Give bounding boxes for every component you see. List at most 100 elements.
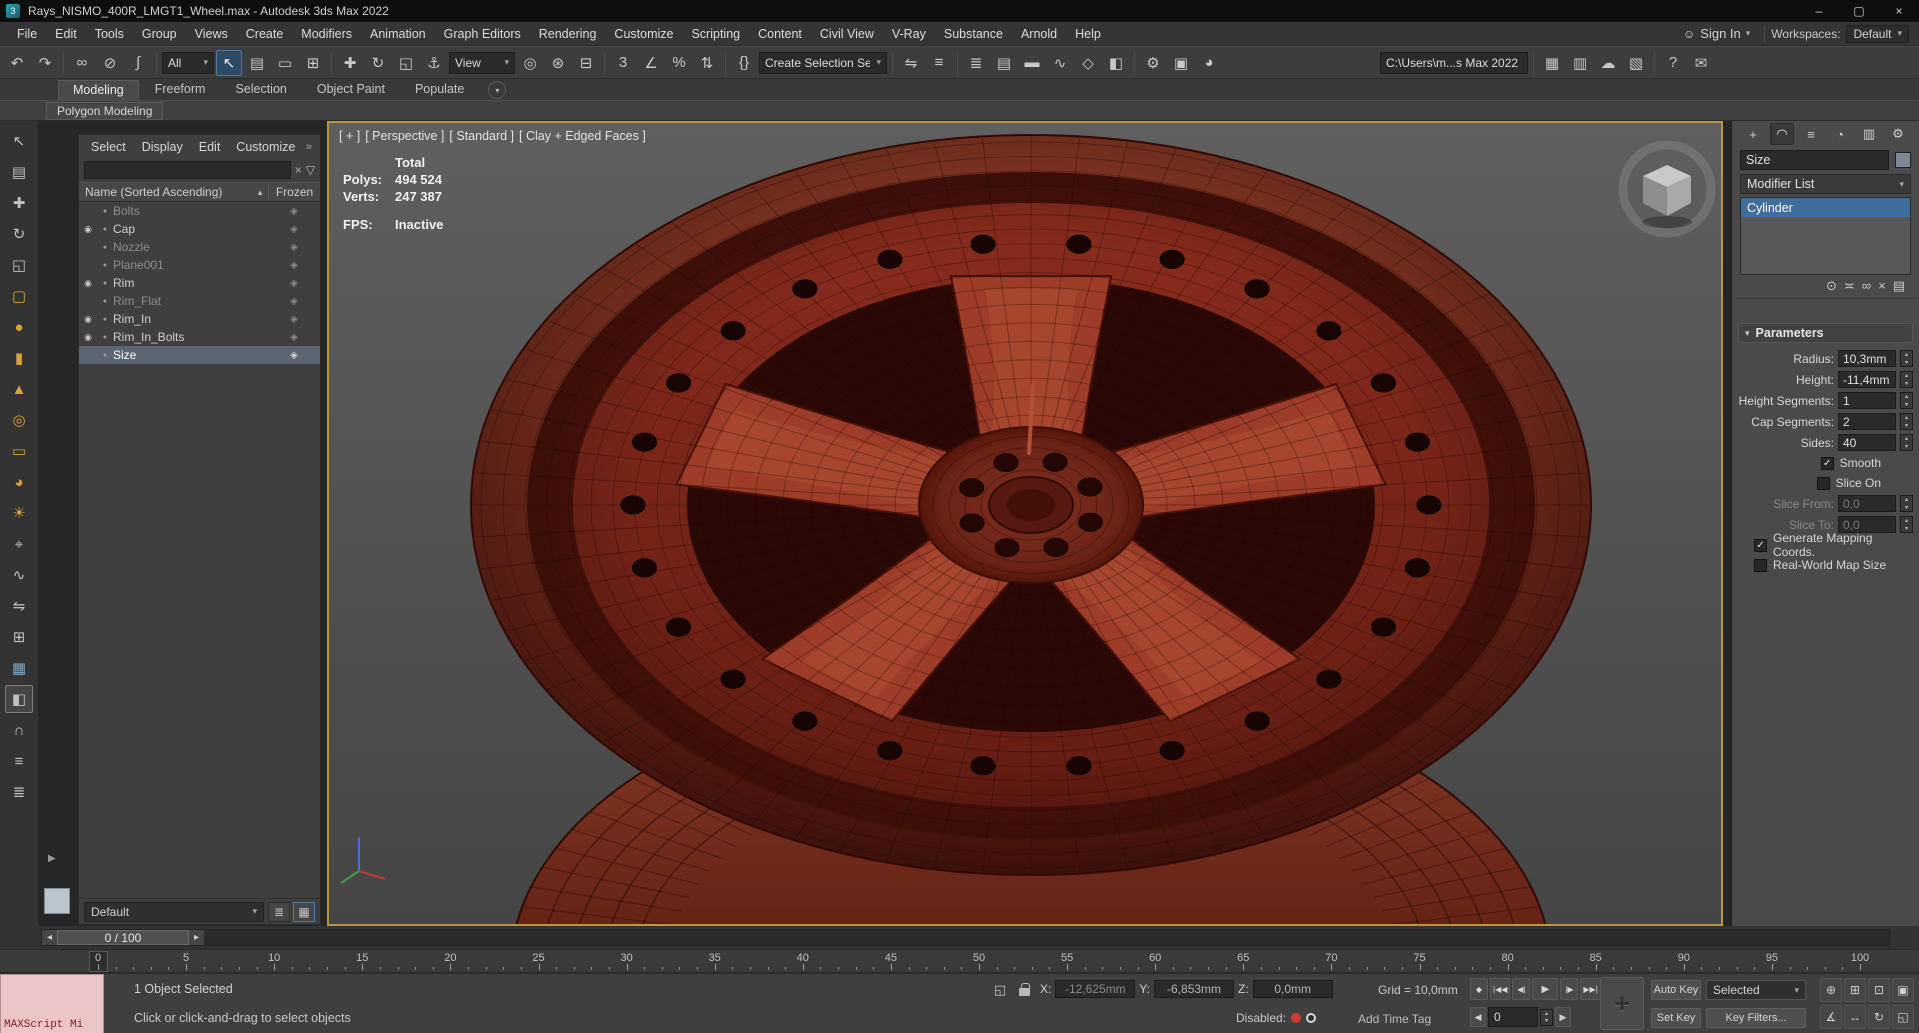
- absolute-mode-toggle[interactable]: ◱: [990, 980, 1010, 1000]
- sign-in-button[interactable]: ☺ Sign In ▾: [1675, 26, 1758, 41]
- explorer-menu-customize[interactable]: Customize: [228, 140, 303, 154]
- move-tool-icon[interactable]: ✚: [5, 189, 33, 217]
- param-value-field[interactable]: 2: [1838, 413, 1896, 430]
- checkbox-generate-mapping-coords[interactable]: ✓: [1754, 538, 1767, 552]
- maximize-button[interactable]: ▢: [1839, 0, 1879, 22]
- spinner-control[interactable]: ▴ ▾: [1900, 392, 1913, 409]
- layer-explorer-toggle-icon[interactable]: ▤: [991, 50, 1017, 76]
- ribbon-toggle-icon[interactable]: ▬: [1019, 50, 1045, 76]
- visibility-eye-icon[interactable]: ◉: [79, 332, 97, 343]
- zoom-icon[interactable]: ⊕: [1820, 978, 1842, 1002]
- spinner-down-icon[interactable]: ▾: [1901, 401, 1912, 409]
- explorer-row-bolts[interactable]: ● Bolts ◈: [79, 202, 320, 220]
- spinner-control[interactable]: ▴ ▾: [1900, 495, 1913, 512]
- close-button[interactable]: ×: [1879, 0, 1919, 22]
- light-tool-icon[interactable]: ☀: [5, 499, 33, 527]
- explorer-row-rim-in-bolts[interactable]: ◉ ● Rim_In_Bolts ◈: [79, 328, 320, 346]
- key-selection-dropdown[interactable]: Selected ▾: [1706, 980, 1806, 1000]
- explorer-row-plane001[interactable]: ● Plane001 ◈: [79, 256, 320, 274]
- frozen-toggle-icon[interactable]: ◈: [268, 242, 320, 253]
- menu-scripting[interactable]: Scripting: [682, 27, 749, 41]
- sphere-primitive-icon[interactable]: ●: [5, 313, 33, 341]
- checkbox-smooth[interactable]: ✓: [1820, 456, 1834, 470]
- menu-views[interactable]: Views: [186, 27, 237, 41]
- select-and-manipulate-icon[interactable]: ⊛: [545, 50, 571, 76]
- explorer-row-rim-flat[interactable]: ● Rim_Flat ◈: [79, 292, 320, 310]
- select-and-place-icon[interactable]: ⚓: [421, 50, 447, 76]
- polygon-modeling-panel-button[interactable]: Polygon Modeling: [46, 101, 164, 120]
- object-color-swatch[interactable]: [1895, 152, 1911, 168]
- tab-selection[interactable]: Selection: [221, 80, 300, 100]
- undo-icon[interactable]: ↶: [4, 50, 30, 76]
- align-tool-icon[interactable]: ≡: [5, 747, 33, 775]
- snap-tool-icon[interactable]: ∩: [5, 716, 33, 744]
- previous-frame-arrow[interactable]: ◂: [42, 930, 57, 945]
- frozen-toggle-icon[interactable]: ◈: [268, 332, 320, 343]
- spinner-down-icon[interactable]: ▾: [1901, 443, 1912, 451]
- menu-modifiers[interactable]: Modifiers: [292, 27, 361, 41]
- feedback-icon[interactable]: ✉: [1688, 50, 1714, 76]
- go-to-end-button[interactable]: ▶▶|: [1580, 978, 1601, 1000]
- visibility-eye-icon[interactable]: ◉: [79, 278, 97, 289]
- param-value-field[interactable]: 1: [1838, 392, 1896, 409]
- project-folder-field[interactable]: C:\Users\m...s Max 2022: [1380, 51, 1528, 74]
- align-icon[interactable]: ≡: [926, 50, 952, 76]
- tab-populate[interactable]: Populate: [401, 80, 478, 100]
- play-button[interactable]: ▶: [1532, 978, 1559, 1000]
- material-editor-icon[interactable]: ◧: [1103, 50, 1129, 76]
- next-frame-arrow[interactable]: ▸: [189, 930, 204, 945]
- current-frame-field[interactable]: 0: [1488, 1007, 1538, 1027]
- frame-spinner[interactable]: ▴ ▾: [1540, 1008, 1553, 1026]
- configure-modifier-sets-icon[interactable]: ▤: [1893, 278, 1905, 294]
- explorer-menu-display[interactable]: Display: [134, 140, 191, 154]
- menu-civil-view[interactable]: Civil View: [811, 27, 883, 41]
- menu-v-ray[interactable]: V-Ray: [883, 27, 935, 41]
- spinner-snap-icon[interactable]: ⇅: [694, 50, 720, 76]
- create-tab[interactable]: +: [1741, 123, 1765, 145]
- param-value-field[interactable]: 10,3mm: [1838, 350, 1896, 367]
- spinner-up-icon[interactable]: ▴: [1901, 414, 1912, 422]
- menu-help[interactable]: Help: [1066, 27, 1110, 41]
- menu-graph-editors[interactable]: Graph Editors: [435, 27, 530, 41]
- coordinate-field-z[interactable]: 0,0mm: [1252, 980, 1333, 998]
- spinner-up-icon[interactable]: ▴: [1901, 393, 1912, 401]
- select-and-rotate-icon[interactable]: ↻: [365, 50, 391, 76]
- scene-explorer-toggle-icon[interactable]: ≣: [963, 50, 989, 76]
- fov-icon[interactable]: ∡: [1820, 1005, 1842, 1029]
- explorer-row-cap[interactable]: ◉ ● Cap ◈: [79, 220, 320, 238]
- time-slider-handle[interactable]: 0 / 100: [57, 930, 189, 945]
- spinner-up-icon[interactable]: ▴: [1901, 496, 1912, 504]
- param-value-field[interactable]: -11,4mm: [1838, 371, 1896, 388]
- spinner-control[interactable]: ▴ ▾: [1900, 350, 1913, 367]
- viewport-menu-3[interactable]: [ Clay + Edged Faces ]: [519, 129, 646, 143]
- display-tab[interactable]: ▥: [1857, 123, 1881, 145]
- param-value-field[interactable]: 40: [1838, 434, 1896, 451]
- explorer-menu-select[interactable]: Select: [83, 140, 134, 154]
- curve-editor-icon[interactable]: ∿: [1047, 50, 1073, 76]
- keyboard-override-icon[interactable]: ⊟: [573, 50, 599, 76]
- select-by-name-tool-icon[interactable]: ▤: [5, 158, 33, 186]
- set-keys-button[interactable]: +: [1600, 977, 1644, 1030]
- reference-coordinate-dropdown[interactable]: View ▾: [449, 51, 515, 74]
- asset-library-icon[interactable]: ▥: [1567, 50, 1593, 76]
- spinner-control[interactable]: ▴ ▾: [1900, 371, 1913, 388]
- utilities-tab[interactable]: ⚙: [1886, 123, 1910, 145]
- frozen-toggle-icon[interactable]: ◈: [268, 314, 320, 325]
- viewport[interactable]: [ + ] [ Perspective ] [ Standard ] [ Clay +…: [327, 121, 1723, 926]
- viewcube[interactable]: [1618, 140, 1716, 238]
- zoom-extents-icon[interactable]: ⊡: [1868, 978, 1890, 1002]
- menu-edit[interactable]: Edit: [46, 27, 86, 41]
- render-icon[interactable]: ◕: [1196, 50, 1222, 76]
- menu-substance[interactable]: Substance: [935, 27, 1012, 41]
- menu-customize[interactable]: Customize: [605, 27, 682, 41]
- rotate-tool-icon[interactable]: ↻: [5, 220, 33, 248]
- mirror-tool-icon[interactable]: ⇋: [5, 592, 33, 620]
- cone-primitive-icon[interactable]: ▲: [5, 375, 33, 403]
- spinner-down-icon[interactable]: ▾: [1901, 504, 1912, 512]
- modify-tab[interactable]: ◠: [1770, 123, 1794, 145]
- track-bar-ruler[interactable]: 0 5 10 15 20 25 30 35 40 45 50 55 60 65 70 75 80 85 90 95 10…: [0, 949, 1919, 973]
- bind-to-space-warp-icon[interactable]: ∫: [125, 50, 151, 76]
- select-object-icon[interactable]: ↖: [216, 49, 242, 76]
- zoom-window-icon[interactable]: ⊞: [1844, 978, 1866, 1002]
- toolbar-overflow-icon[interactable]: »: [306, 141, 316, 153]
